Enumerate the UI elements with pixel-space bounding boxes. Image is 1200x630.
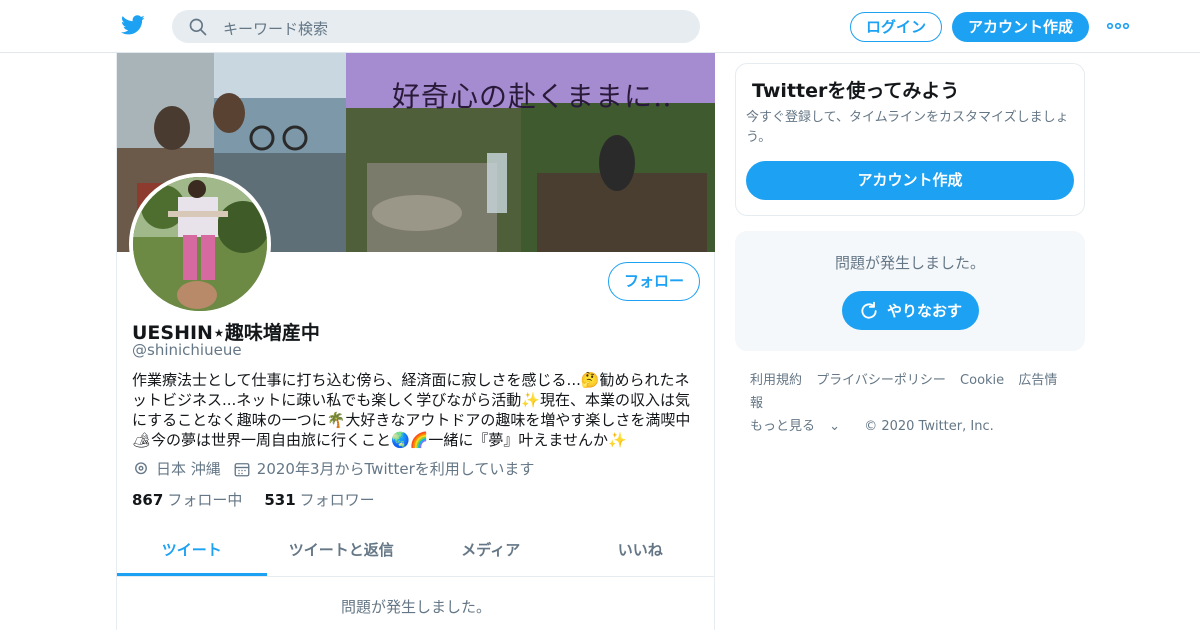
footer-link-cookie[interactable]: Cookie <box>960 373 1004 388</box>
followers-count: 531 <box>264 491 296 509</box>
more-dots-icon[interactable] <box>1106 18 1130 34</box>
profile-tabs: ツイート ツイートと返信 メディア いいね <box>117 526 715 577</box>
profile-column: 好奇心の赴くままに‥ フォロー UESHIN⋆趣味増産中 @shinichiue… <box>116 53 715 630</box>
signup-card-title: Twitterを使ってみよう <box>752 80 960 102</box>
chevron-down-icon: ⌄ <box>825 419 841 434</box>
following-label: フォロー中 <box>167 491 243 509</box>
error-card: 問題が発生しました。 やりなおす <box>735 231 1085 351</box>
signup-card: Twitterを使ってみよう 今すぐ登録して、タイムラインをカスタマイズしましょ… <box>735 63 1085 216</box>
search-icon <box>189 18 207 36</box>
joined-text: 2020年3月からTwitterを利用しています <box>256 460 535 478</box>
top-navigation-bar: キーワード検索 ログイン アカウント作成 <box>0 0 1200 53</box>
location-pin-icon <box>135 461 147 474</box>
footer-link-terms[interactable]: 利用規約 <box>750 373 802 388</box>
footer-links-row: 利用規約 プライバシーポリシー Cookie 広告情報 <box>750 369 1080 415</box>
sidebar-footer: 利用規約 プライバシーポリシー Cookie 広告情報 もっと見る ⌄ © 20… <box>750 369 1080 438</box>
login-button[interactable]: ログイン <box>850 12 942 42</box>
signup-card-description: 今すぐ登録して、タイムラインをカスタマイズしましょう。 <box>746 110 1069 145</box>
profile-joined: 2020年3月からTwitterを利用しています <box>233 458 535 479</box>
tab-tweets[interactable]: ツイート <box>117 526 267 576</box>
refresh-icon <box>861 301 877 319</box>
avatar-photo <box>133 177 267 311</box>
twitter-bird-icon[interactable] <box>120 13 146 37</box>
signup-button[interactable]: アカウント作成 <box>952 12 1089 42</box>
banner-caption: 好奇心の赴くままに‥ <box>392 80 673 113</box>
profile-bio: 作業療法士として仕事に打ち込む傍ら、経済面に寂しさを感じる...🤔勧められたネッ… <box>132 371 691 449</box>
followers-label: フォロワー <box>299 491 375 509</box>
following-count: 867 <box>132 491 164 509</box>
followers-link[interactable]: 531 フォロワー <box>264 489 374 510</box>
tab-likes[interactable]: いいね <box>566 526 716 576</box>
signup-card-button[interactable]: アカウント作成 <box>746 161 1074 200</box>
location-text: 日本 沖縄 <box>156 460 221 478</box>
search-placeholder: キーワード検索 <box>223 20 329 38</box>
profile-location: 日本 沖縄 <box>132 458 221 479</box>
search-input[interactable]: キーワード検索 <box>172 10 700 43</box>
profile-meta: 日本 沖縄 2020年3月からTwitterを利用しています <box>132 458 546 479</box>
profile-handle[interactable]: @shinichiueue <box>132 341 242 359</box>
tab-media[interactable]: メディア <box>416 526 566 576</box>
profile-stats: 867 フォロー中 531 フォロワー <box>132 489 397 510</box>
following-link[interactable]: 867 フォロー中 <box>132 489 242 510</box>
footer-more-link[interactable]: もっと見る ⌄ <box>750 419 850 434</box>
footer-second-row: もっと見る ⌄ © 2020 Twitter, Inc. <box>750 415 1080 438</box>
footer-link-privacy[interactable]: プライバシーポリシー <box>816 373 946 388</box>
retry-label: やりなおす <box>886 302 962 320</box>
retry-button[interactable]: やりなおす <box>842 291 979 330</box>
footer-copyright: © 2020 Twitter, Inc. <box>864 419 994 434</box>
timeline-error-message: 問題が発生しました。 <box>340 598 491 616</box>
tab-tweets-and-replies[interactable]: ツイートと返信 <box>267 526 417 576</box>
profile-avatar[interactable] <box>129 173 271 315</box>
error-card-message: 問題が発生しました。 <box>834 254 985 272</box>
follow-button[interactable]: フォロー <box>608 262 700 301</box>
calendar-icon <box>234 462 250 476</box>
footer-more-label: もっと見る <box>750 419 816 434</box>
